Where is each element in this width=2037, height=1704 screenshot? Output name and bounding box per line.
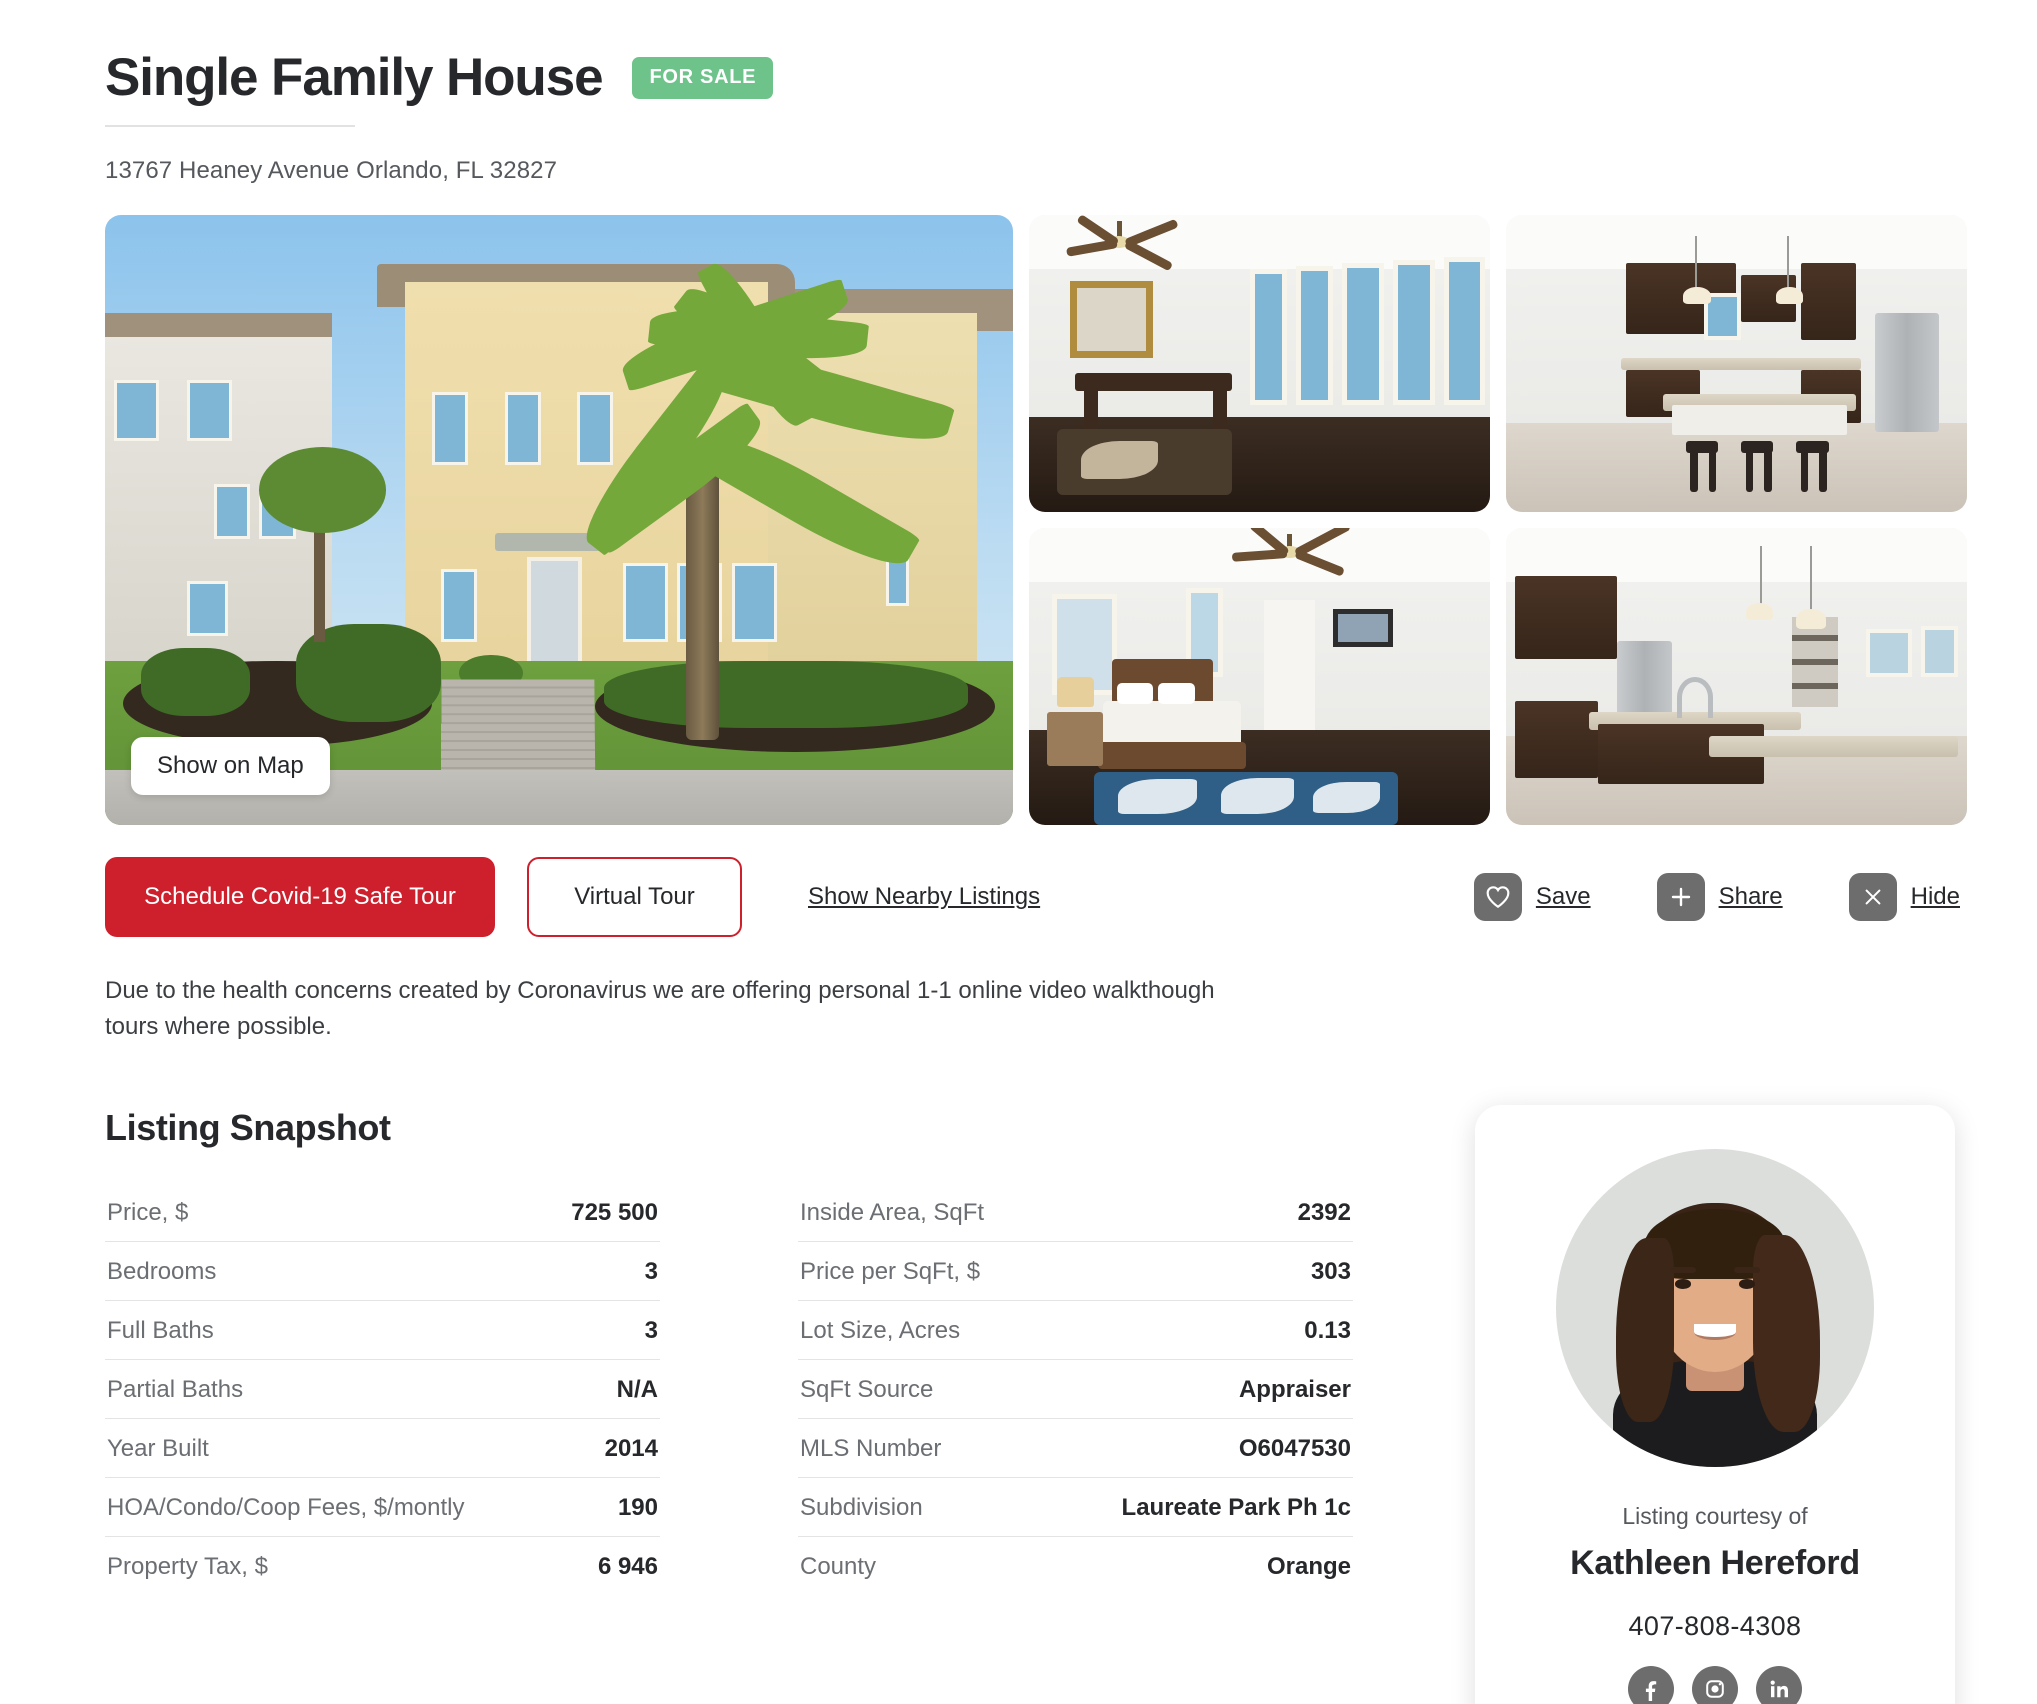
photo-gallery: Show on Map — [105, 215, 1970, 1566]
listing-courtesy-label: Listing courtesy of — [1622, 1503, 1808, 1529]
table-row: Partial Baths N/A — [105, 1360, 660, 1420]
bedroom-illustration — [1029, 528, 1490, 826]
table-row: Property Tax, $ 6 946 — [105, 1537, 660, 1595]
heart-icon[interactable] — [1473, 873, 1522, 922]
table-row: Inside Area, SqFt 2392 — [798, 1183, 1353, 1243]
action-bar: Schedule Covid-19 Safe Tour Virtual Tour… — [105, 857, 1970, 938]
save-label[interactable]: Save — [1536, 883, 1591, 911]
row-label: County — [800, 1553, 877, 1581]
thumbnail-kitchen-great-room[interactable] — [1506, 528, 1967, 826]
table-row: Full Baths 3 — [105, 1301, 660, 1361]
row-value: 6 946 — [597, 1553, 658, 1581]
thumbnail-kitchen-dark[interactable] — [1506, 215, 1967, 513]
row-value: 0.13 — [1304, 1317, 1351, 1345]
thumbnail-grid: SHOW ALL PHOTOS — [1029, 215, 1967, 1566]
table-row: Price, $ 725 500 — [105, 1183, 660, 1243]
row-value: O6047530 — [1238, 1435, 1351, 1463]
row-value: 2014 — [604, 1435, 658, 1463]
page-title: Single Family House — [105, 48, 604, 107]
avatar — [1556, 1149, 1874, 1467]
table-row: County Orange — [798, 1537, 1353, 1595]
agent-card: Listing courtesy of Kathleen Hereford 40… — [1475, 1105, 1955, 1704]
row-label: Bedrooms — [107, 1258, 217, 1286]
row-label: MLS Number — [800, 1435, 942, 1463]
table-row: Subdivision Laureate Park Ph 1c — [798, 1478, 1353, 1538]
table-row: Price per SqFt, $ 303 — [798, 1242, 1353, 1302]
virtual-tour-button[interactable]: Virtual Tour — [527, 857, 742, 938]
kitchen-dark-illustration — [1506, 215, 1967, 513]
thumbnail-office-den[interactable] — [1029, 215, 1490, 513]
header: Single Family House FOR SALE — [105, 0, 1970, 107]
show-on-map-button[interactable]: Show on Map — [131, 737, 330, 796]
plus-icon[interactable] — [1656, 873, 1705, 922]
row-value: N/A — [616, 1376, 658, 1404]
row-label: Inside Area, SqFt — [800, 1199, 985, 1227]
row-label: Lot Size, Acres — [800, 1317, 961, 1345]
listing-page: Single Family House FOR SALE 13767 Heane… — [0, 0, 2037, 1704]
share-action[interactable]: Share — [1656, 873, 1783, 922]
agent-phone[interactable]: 407-808-4308 — [1629, 1611, 1802, 1642]
linkedin-icon[interactable] — [1756, 1666, 1802, 1704]
row-value: 725 500 — [571, 1199, 658, 1227]
row-value: 190 — [617, 1494, 658, 1522]
table-row: HOA/Condo/Coop Fees, $/montly 190 — [105, 1478, 660, 1538]
show-nearby-listings-link[interactable]: Show Nearby Listings — [808, 883, 1040, 911]
table-row: Lot Size, Acres 0.13 — [798, 1301, 1353, 1361]
hide-action[interactable]: Hide — [1848, 873, 1960, 922]
row-label: Year Built — [107, 1435, 209, 1463]
close-icon[interactable] — [1848, 873, 1897, 922]
row-label: Full Baths — [107, 1317, 214, 1345]
table-row: SqFt Source Appraiser — [798, 1360, 1353, 1420]
instagram-icon[interactable] — [1692, 1666, 1738, 1704]
status-badge: FOR SALE — [632, 56, 774, 99]
facebook-icon[interactable] — [1628, 1666, 1674, 1704]
covid-notice: Due to the health concerns created by Co… — [105, 977, 1215, 1041]
snapshot-column-right: Inside Area, SqFt 2392 Price per SqFt, $… — [798, 1183, 1353, 1595]
save-share-hide-group: Save Share Hide — [1473, 873, 1970, 922]
title-divider — [105, 125, 355, 128]
table-row: MLS Number O6047530 — [798, 1419, 1353, 1479]
schedule-tour-button[interactable]: Schedule Covid-19 Safe Tour — [105, 857, 495, 938]
share-label[interactable]: Share — [1719, 883, 1783, 911]
row-label: Price, $ — [107, 1199, 189, 1227]
row-label: HOA/Condo/Coop Fees, $/montly — [107, 1494, 465, 1522]
row-value: Orange — [1266, 1553, 1351, 1581]
row-label: SqFt Source — [800, 1376, 934, 1404]
row-label: Subdivision — [800, 1494, 923, 1522]
row-label: Partial Baths — [107, 1376, 244, 1404]
row-value: Laureate Park Ph 1c — [1121, 1494, 1351, 1522]
hide-label[interactable]: Hide — [1911, 883, 1960, 911]
save-action[interactable]: Save — [1473, 873, 1591, 922]
house-exterior-illustration — [105, 215, 1013, 826]
table-row: Bedrooms 3 — [105, 1242, 660, 1302]
thumbnail-bedroom[interactable] — [1029, 528, 1490, 826]
office-den-illustration — [1029, 215, 1490, 513]
row-label: Property Tax, $ — [107, 1553, 268, 1581]
row-value: 3 — [644, 1258, 658, 1286]
row-value: 303 — [1310, 1258, 1351, 1286]
row-value: 3 — [644, 1317, 658, 1345]
kitchen-great-room-illustration — [1506, 528, 1967, 826]
property-address: 13767 Heaney Avenue Orlando, FL 32827 — [105, 157, 558, 185]
row-value: 2392 — [1297, 1199, 1351, 1227]
hero-photo[interactable]: Show on Map — [105, 215, 1013, 826]
agent-name: Kathleen Hereford — [1570, 1544, 1860, 1582]
social-links — [1628, 1666, 1802, 1704]
row-label: Price per SqFt, $ — [800, 1258, 981, 1286]
row-value: Appraiser — [1238, 1376, 1351, 1404]
table-row: Year Built 2014 — [105, 1419, 660, 1479]
snapshot-column-left: Price, $ 725 500 Bedrooms 3 Full Baths 3… — [105, 1183, 660, 1595]
